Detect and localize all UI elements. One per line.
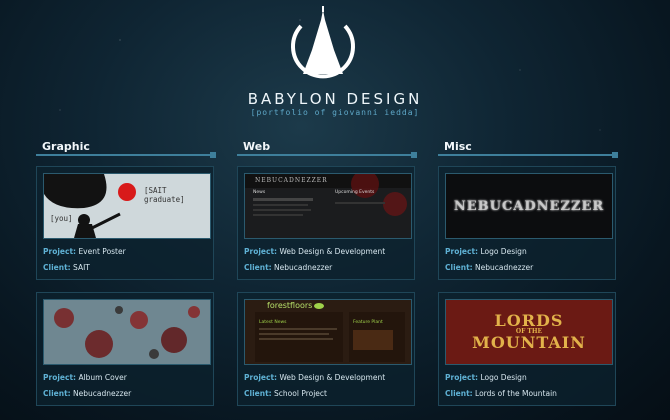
portfolio-card[interactable]: Project: Album Cover Client: Nebucadnezz… [36, 292, 214, 406]
website-logo-text: NEBUCADNEZZER [255, 177, 328, 184]
client-line: Client: Lords of the Mountain [445, 389, 557, 398]
lords-of-the-mountain-logo-thumbnail[interactable]: LORDS OF THE MOUNTAIN [445, 299, 613, 365]
album-cover-thumbnail[interactable] [43, 299, 211, 365]
portfolio-card[interactable]: [SAIT graduate] [you] Project: Event Pos… [36, 166, 214, 280]
poster-text-you: [you] [50, 214, 73, 223]
album-artwork [44, 300, 210, 364]
forestfloors-website-thumbnail[interactable]: forestfloors Latest News Feature Plant [244, 299, 412, 365]
project-line: Project: Web Design & Development [244, 373, 386, 382]
poster-text-graduate: [SAIT graduate] [144, 186, 185, 204]
forest-feature-plant: Feature Plant [353, 320, 383, 325]
portfolio-column-graphic: Graphic [SAIT graduate] [you] Project: E… [36, 140, 216, 418]
lords-logo-word: LORDS [494, 311, 564, 330]
site-brand-title[interactable]: BABYLON DESIGN [0, 90, 670, 108]
poster-artwork [44, 174, 210, 238]
portfolio-card[interactable]: NEBUCADNEZZER Project: Logo Design Clien… [438, 166, 616, 280]
portfolio-card[interactable]: forestfloors Latest News Feature Plant P… [237, 292, 415, 406]
column-heading: Graphic [36, 140, 216, 158]
client-line: Client: SAIT [43, 263, 90, 272]
lords-logo-lockup: LORDS OF THE MOUNTAIN [472, 313, 586, 351]
site-tagline: [portfolio of giovanni iedda] [250, 108, 420, 117]
nebucadnezzer-logo-thumbnail[interactable]: NEBUCADNEZZER [445, 173, 613, 239]
event-poster-thumbnail[interactable]: [SAIT graduate] [you] [43, 173, 211, 239]
project-line: Project: Web Design & Development [244, 247, 386, 256]
babylon-tower-logo-icon[interactable] [287, 6, 359, 88]
client-line: Client: Nebucadnezzer [445, 263, 534, 272]
client-line: Client: Nebucadnezzer [244, 263, 333, 272]
nebucadnezzer-logo-text: NEBUCADNEZZER [453, 198, 605, 214]
project-line: Project: Album Cover [43, 373, 127, 382]
website-events-heading: Upcoming Events [335, 190, 375, 195]
portfolio-card[interactable]: LORDS OF THE MOUNTAIN Project: Logo Desi… [438, 292, 616, 406]
column-heading: Misc [438, 140, 618, 158]
client-line: Client: School Project [244, 389, 327, 398]
project-line: Project: Logo Design [445, 247, 527, 256]
portfolio-column-web: Web NEBUCADNEZZER News Upcoming Events P… [237, 140, 417, 418]
forestfloors-logo-text: forestfloors [267, 301, 313, 310]
nebucadnezzer-website-thumbnail[interactable]: NEBUCADNEZZER News Upcoming Events [244, 173, 412, 239]
lords-logo-mountain: MOUNTAIN [472, 333, 586, 352]
portfolio-card[interactable]: NEBUCADNEZZER News Upcoming Events Proje… [237, 166, 415, 280]
site-header: BABYLON DESIGN [portfolio of giovanni ie… [0, 0, 670, 130]
website-news-heading: News [253, 190, 266, 195]
forest-latest-news: Latest News [259, 320, 287, 325]
project-line: Project: Logo Design [445, 373, 527, 382]
portfolio-column-misc: Misc NEBUCADNEZZER Project: Logo Design … [438, 140, 618, 418]
client-line: Client: Nebucadnezzer [43, 389, 132, 398]
project-line: Project: Event Poster [43, 247, 126, 256]
column-heading: Web [237, 140, 417, 158]
